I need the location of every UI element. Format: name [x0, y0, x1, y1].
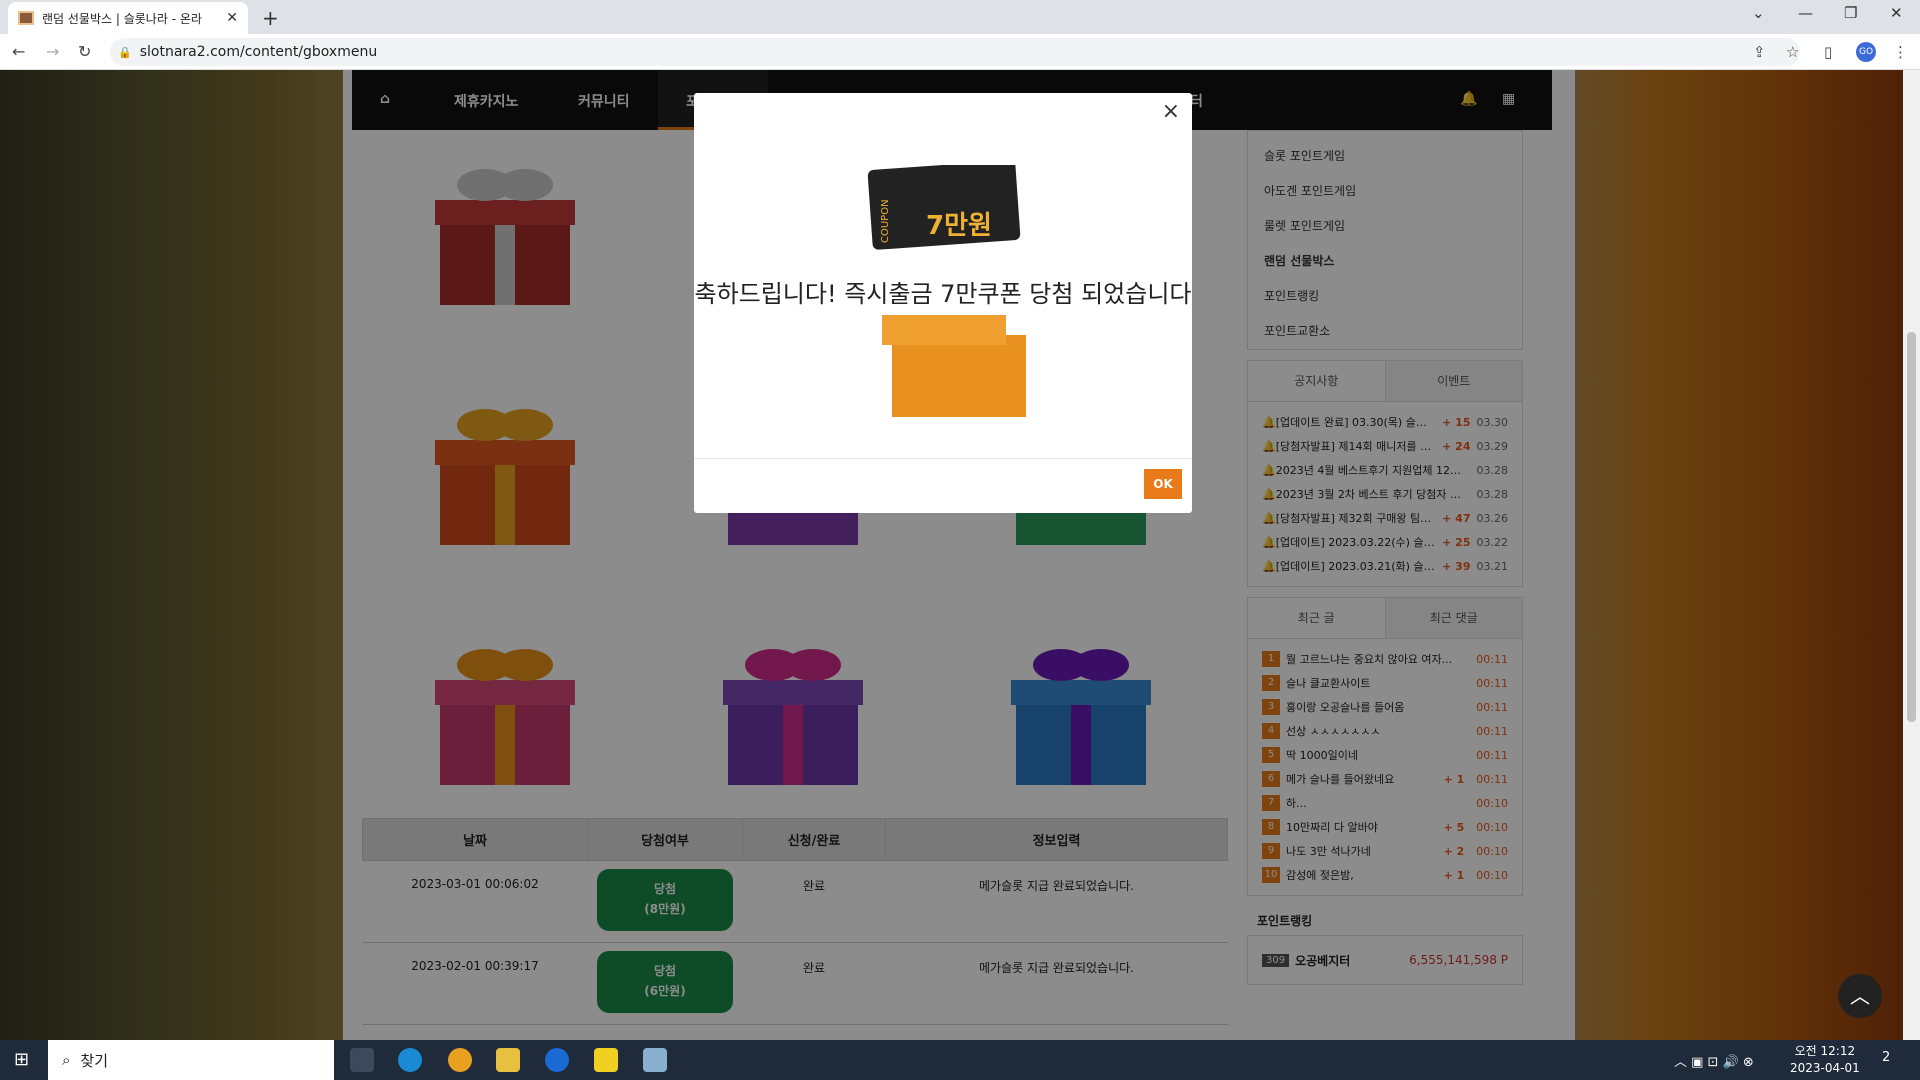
windows-start-icon[interactable]: ⊞ [14, 1049, 29, 1070]
favicon-icon [18, 11, 34, 25]
lock-icon: 🔒 [118, 45, 132, 59]
url-text: slotnara2.com/content/gboxmenu [139, 44, 378, 60]
restore-icon[interactable]: ❐ [1844, 4, 1857, 22]
side-panel-icon[interactable]: ▯ [1824, 43, 1832, 61]
bookmark-star-icon[interactable]: ☆ [1786, 43, 1799, 61]
coupon-amount: 7만원 [926, 211, 992, 241]
page-viewport: ⌂ 제휴카지노 커뮤니티 포 터 🔔 ▦ 날짜 당첨여부 신청/완료 정보입력 … [0, 70, 1920, 1040]
clock[interactable]: 오전 12:12 2023-04-01 [1790, 1043, 1860, 1077]
prize-modal: × 7만원 COUPON 축하드립니다! 즉시출금 7만쿠폰 당첨 되었습니다 … [694, 93, 1192, 513]
windows-taskbar: ⊞ ⌕ 찾기 ︿ ▣ ⊡ 🔊 ⊗ 오전 12:12 2023-04-01 2 [0, 1040, 1920, 1080]
search-placeholder: 찾기 [80, 1051, 109, 1070]
share-icon[interactable]: ⇪ [1753, 43, 1766, 61]
tab-title: 랜덤 선물박스 | 슬롯나라 - 온라 [42, 11, 202, 26]
tab-search-icon[interactable]: ⌄ [1752, 4, 1765, 22]
prize-message: 축하드립니다! 즉시출금 7만쿠폰 당첨 되었습니다 [694, 280, 1192, 308]
scroll-top-button[interactable]: ︿ [1838, 974, 1882, 1018]
clock-time: 오전 12:12 [1794, 1044, 1856, 1058]
taskbar-search[interactable]: ⌕ 찾기 [48, 1040, 334, 1080]
search-icon: ⌕ [62, 1051, 71, 1069]
notification-icon[interactable]: 2 [1882, 1050, 1890, 1065]
modal-footer: OK [694, 458, 1192, 513]
ok-button[interactable]: OK [1144, 469, 1182, 499]
new-tab-icon[interactable]: + [262, 6, 279, 30]
minimize-icon[interactable]: — [1798, 4, 1813, 22]
browser-tab[interactable]: 랜덤 선물박스 | 슬롯나라 - 온라 ✕ [8, 2, 248, 34]
scrollbar-thumb[interactable] [1907, 332, 1916, 722]
forward-icon[interactable]: → [46, 42, 59, 61]
back-icon[interactable]: ← [12, 42, 25, 61]
address-bar[interactable]: 🔒 slotnara2.com/content/gboxmenu [110, 38, 1800, 66]
page-scrollbar[interactable] [1903, 70, 1920, 1040]
close-icon[interactable]: × [1162, 99, 1180, 124]
browser-tab-bar: 랜덤 선물박스 | 슬롯나라 - 온라 ✕ + ⌄ — ❐ ✕ [0, 0, 1920, 34]
modal-backdrop[interactable]: × 7만원 COUPON 축하드립니다! 즉시출금 7만쿠폰 당첨 되었습니다 … [0, 70, 1920, 1040]
browser-toolbar: ← → ↻ 🔒 slotnara2.com/content/gboxmenu ⇪… [0, 34, 1920, 70]
reload-icon[interactable]: ↻ [78, 42, 91, 61]
window-close-icon[interactable]: ✕ [1890, 4, 1903, 22]
profile-avatar[interactable]: GO [1856, 42, 1876, 62]
file-explorer-icon[interactable] [496, 1048, 520, 1072]
kakaotalk-icon[interactable] [594, 1048, 618, 1072]
ie-icon[interactable] [545, 1048, 569, 1072]
menu-icon[interactable]: ⋮ [1893, 43, 1908, 61]
notepad-icon[interactable] [643, 1048, 667, 1072]
clock-date: 2023-04-01 [1790, 1061, 1860, 1075]
task-view-icon[interactable] [350, 1048, 374, 1072]
system-tray-icons[interactable]: ︿ ▣ ⊡ 🔊 ⊗ [1674, 1051, 1754, 1070]
edge-icon[interactable] [398, 1048, 422, 1072]
coupon-label: COUPON [880, 199, 891, 243]
tab-close-icon[interactable]: ✕ [226, 10, 238, 26]
chrome-icon[interactable] [448, 1048, 472, 1072]
